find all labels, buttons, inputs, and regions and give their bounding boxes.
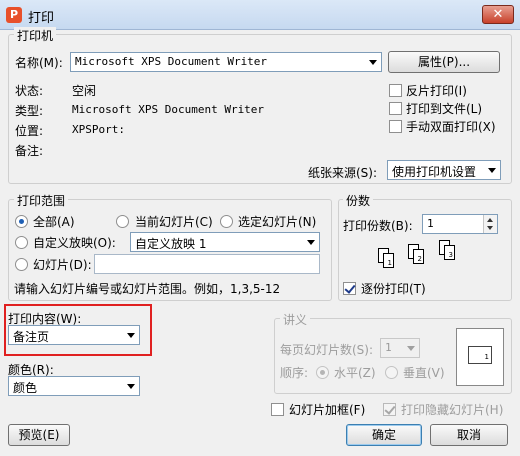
copies-count-value: 1 <box>427 217 434 230</box>
range-all-radio[interactable] <box>15 215 28 228</box>
cancel-button[interactable]: 取消 <box>430 424 508 446</box>
current-slide-label: 当前幻灯片(C) <box>135 215 213 229</box>
frame-slides-label: 幻灯片加框(F) <box>289 403 366 417</box>
custom-show-select[interactable]: 自定义放映 1 <box>130 232 320 252</box>
printer-legend: 打印机 <box>14 27 57 44</box>
type-value: Microsoft XPS Document Writer <box>72 103 265 116</box>
title-bar <box>0 0 520 30</box>
slides-per-page-value: 1 <box>385 341 392 354</box>
collate-page-icon: 2 <box>413 249 424 264</box>
ok-button[interactable]: 确定 <box>346 424 422 446</box>
slides-per-page-select[interactable]: 1 <box>380 338 420 358</box>
current-slide-radio[interactable] <box>116 215 129 228</box>
printer-name-select[interactable]: Microsoft XPS Document Writer <box>70 52 382 72</box>
status-label: 状态: <box>15 84 44 98</box>
type-label: 类型: <box>15 104 44 118</box>
reverse-print-checkbox[interactable] <box>389 84 402 97</box>
print-hidden-label: 打印隐藏幻灯片(H) <box>401 403 504 417</box>
properties-button[interactable]: 属性(P)... <box>388 51 500 73</box>
order-label: 顺序: <box>280 366 309 380</box>
custom-show-radio[interactable] <box>15 236 28 249</box>
paper-source-value: 使用打印机设置 <box>392 165 477 179</box>
print-content-select[interactable]: 备注页 <box>8 325 140 345</box>
handout-preview-slide: 1 <box>468 346 492 364</box>
print-content-value: 备注页 <box>13 330 50 344</box>
location-value: XPSPort: <box>72 123 125 136</box>
preview-button[interactable]: 预览(E) <box>8 424 70 446</box>
handouts-legend: 讲义 <box>280 311 311 328</box>
stepper-arrows-icon[interactable] <box>483 215 497 233</box>
collate-checkbox[interactable] <box>343 282 356 295</box>
order-vertical-radio[interactable] <box>385 366 398 379</box>
reverse-print-label: 反片打印(I) <box>406 84 467 98</box>
print-range-legend: 打印范围 <box>14 192 69 209</box>
paper-source-select[interactable]: 使用打印机设置 <box>387 160 501 180</box>
collate-label: 逐份打印(T) <box>361 282 426 296</box>
collate-page-icon: 1 <box>383 253 394 268</box>
color-select[interactable]: 颜色 <box>8 376 140 396</box>
copies-count-stepper[interactable]: 1 <box>422 214 498 234</box>
print-hidden-checkbox[interactable] <box>383 403 396 416</box>
printer-name-label: 名称(M): <box>15 56 63 70</box>
custom-show-value: 自定义放映 1 <box>135 237 207 251</box>
slides-label: 幻灯片(D): <box>33 258 92 272</box>
selected-slide-radio[interactable] <box>220 215 233 228</box>
collate-page-icon: 3 <box>444 245 455 260</box>
slides-per-page-label: 每页幻灯片数(S): <box>280 343 374 357</box>
paper-source-label: 纸张来源(S): <box>308 166 378 180</box>
chevron-down-icon <box>127 384 135 389</box>
order-horizontal-label: 水平(Z) <box>334 366 376 380</box>
order-vertical-label: 垂直(V) <box>403 366 445 380</box>
chevron-down-icon <box>127 333 135 338</box>
custom-show-label: 自定义放映(O): <box>33 236 116 250</box>
copies-count-label: 打印份数(B): <box>343 219 413 233</box>
chevron-down-icon <box>488 168 496 173</box>
range-all-label: 全部(A) <box>33 215 75 229</box>
copies-legend: 份数 <box>343 192 374 209</box>
window-title: 打印 <box>28 11 55 26</box>
slides-input[interactable] <box>94 254 320 274</box>
print-to-file-checkbox[interactable] <box>389 102 402 115</box>
frame-slides-checkbox[interactable] <box>271 403 284 416</box>
comment-label: 备注: <box>15 144 44 158</box>
range-hint: 请输入幻灯片编号或幻灯片范围。例如，1,3,5-12 <box>14 282 281 296</box>
manual-duplex-label: 手动双面打印(X) <box>406 120 496 134</box>
chevron-down-icon <box>307 240 315 245</box>
order-horizontal-radio[interactable] <box>316 366 329 379</box>
app-logo-icon: P <box>6 7 22 23</box>
selected-slide-label: 选定幻灯片(N) <box>238 215 317 229</box>
close-button[interactable]: ✕ <box>482 5 514 24</box>
slides-radio[interactable] <box>15 258 28 271</box>
color-value: 颜色 <box>13 381 38 395</box>
status-value: 空闲 <box>72 84 97 98</box>
chevron-down-icon <box>369 60 377 65</box>
printer-name-value: Microsoft XPS Document Writer <box>75 55 268 68</box>
chevron-down-icon <box>407 346 415 351</box>
location-label: 位置: <box>15 124 44 138</box>
print-to-file-label: 打印到文件(L) <box>406 102 483 116</box>
manual-duplex-checkbox[interactable] <box>389 120 402 133</box>
